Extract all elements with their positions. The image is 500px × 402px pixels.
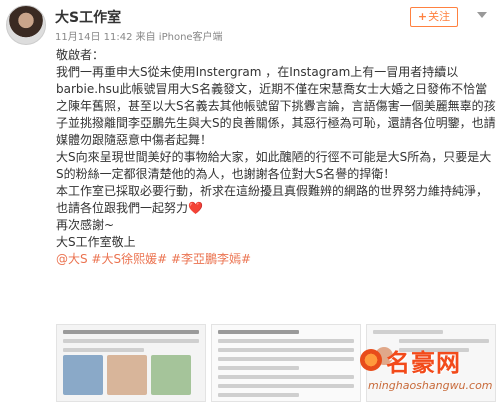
chevron-down-icon[interactable] bbox=[476, 10, 488, 20]
watermark-logo-icon bbox=[360, 349, 382, 371]
post-line: 我們一再重申大S從未使用Instergram ，在Instagram上有一冒用者… bbox=[56, 65, 496, 147]
thumbnail-image[interactable] bbox=[211, 324, 361, 402]
post-line: 大S工作室敬上 bbox=[56, 235, 136, 249]
plus-icon: + bbox=[417, 10, 428, 23]
post-line: 再次感謝~ bbox=[56, 218, 115, 232]
watermark-title: 名豪网 bbox=[386, 349, 461, 377]
thumbnail-image[interactable] bbox=[56, 324, 206, 402]
author-avatar[interactable] bbox=[6, 5, 46, 45]
follow-label: 关注 bbox=[428, 10, 451, 23]
post-meta: 11月14日 11:42 来自 iPhone客户端 bbox=[55, 32, 223, 43]
author-name[interactable]: 大S工作室 bbox=[55, 7, 121, 27]
follow-button[interactable]: +关注 bbox=[410, 7, 458, 27]
site-watermark: 名豪网 minghaoshangwu.com bbox=[360, 345, 500, 402]
post-line: 大S向來呈現世間美好的事物給大家，如此醜陋的行徑不可能是大S所為，只要是大S的粉… bbox=[56, 150, 492, 181]
post-line: 敬啟者： bbox=[56, 48, 105, 62]
post-body: 敬啟者： 我們一再重申大S從未使用Instergram ，在Instagram上… bbox=[56, 47, 496, 268]
watermark-url: minghaoshangwu.com bbox=[368, 379, 493, 392]
post-tags[interactable]: @大S #大S徐熙媛# #李亞鵬李嫣# bbox=[56, 251, 496, 268]
post-line: 本工作室已採取必要行動，祈求在這紛擾且真假難辨的網路的世界努力維持純淨，也請各位… bbox=[56, 184, 489, 215]
